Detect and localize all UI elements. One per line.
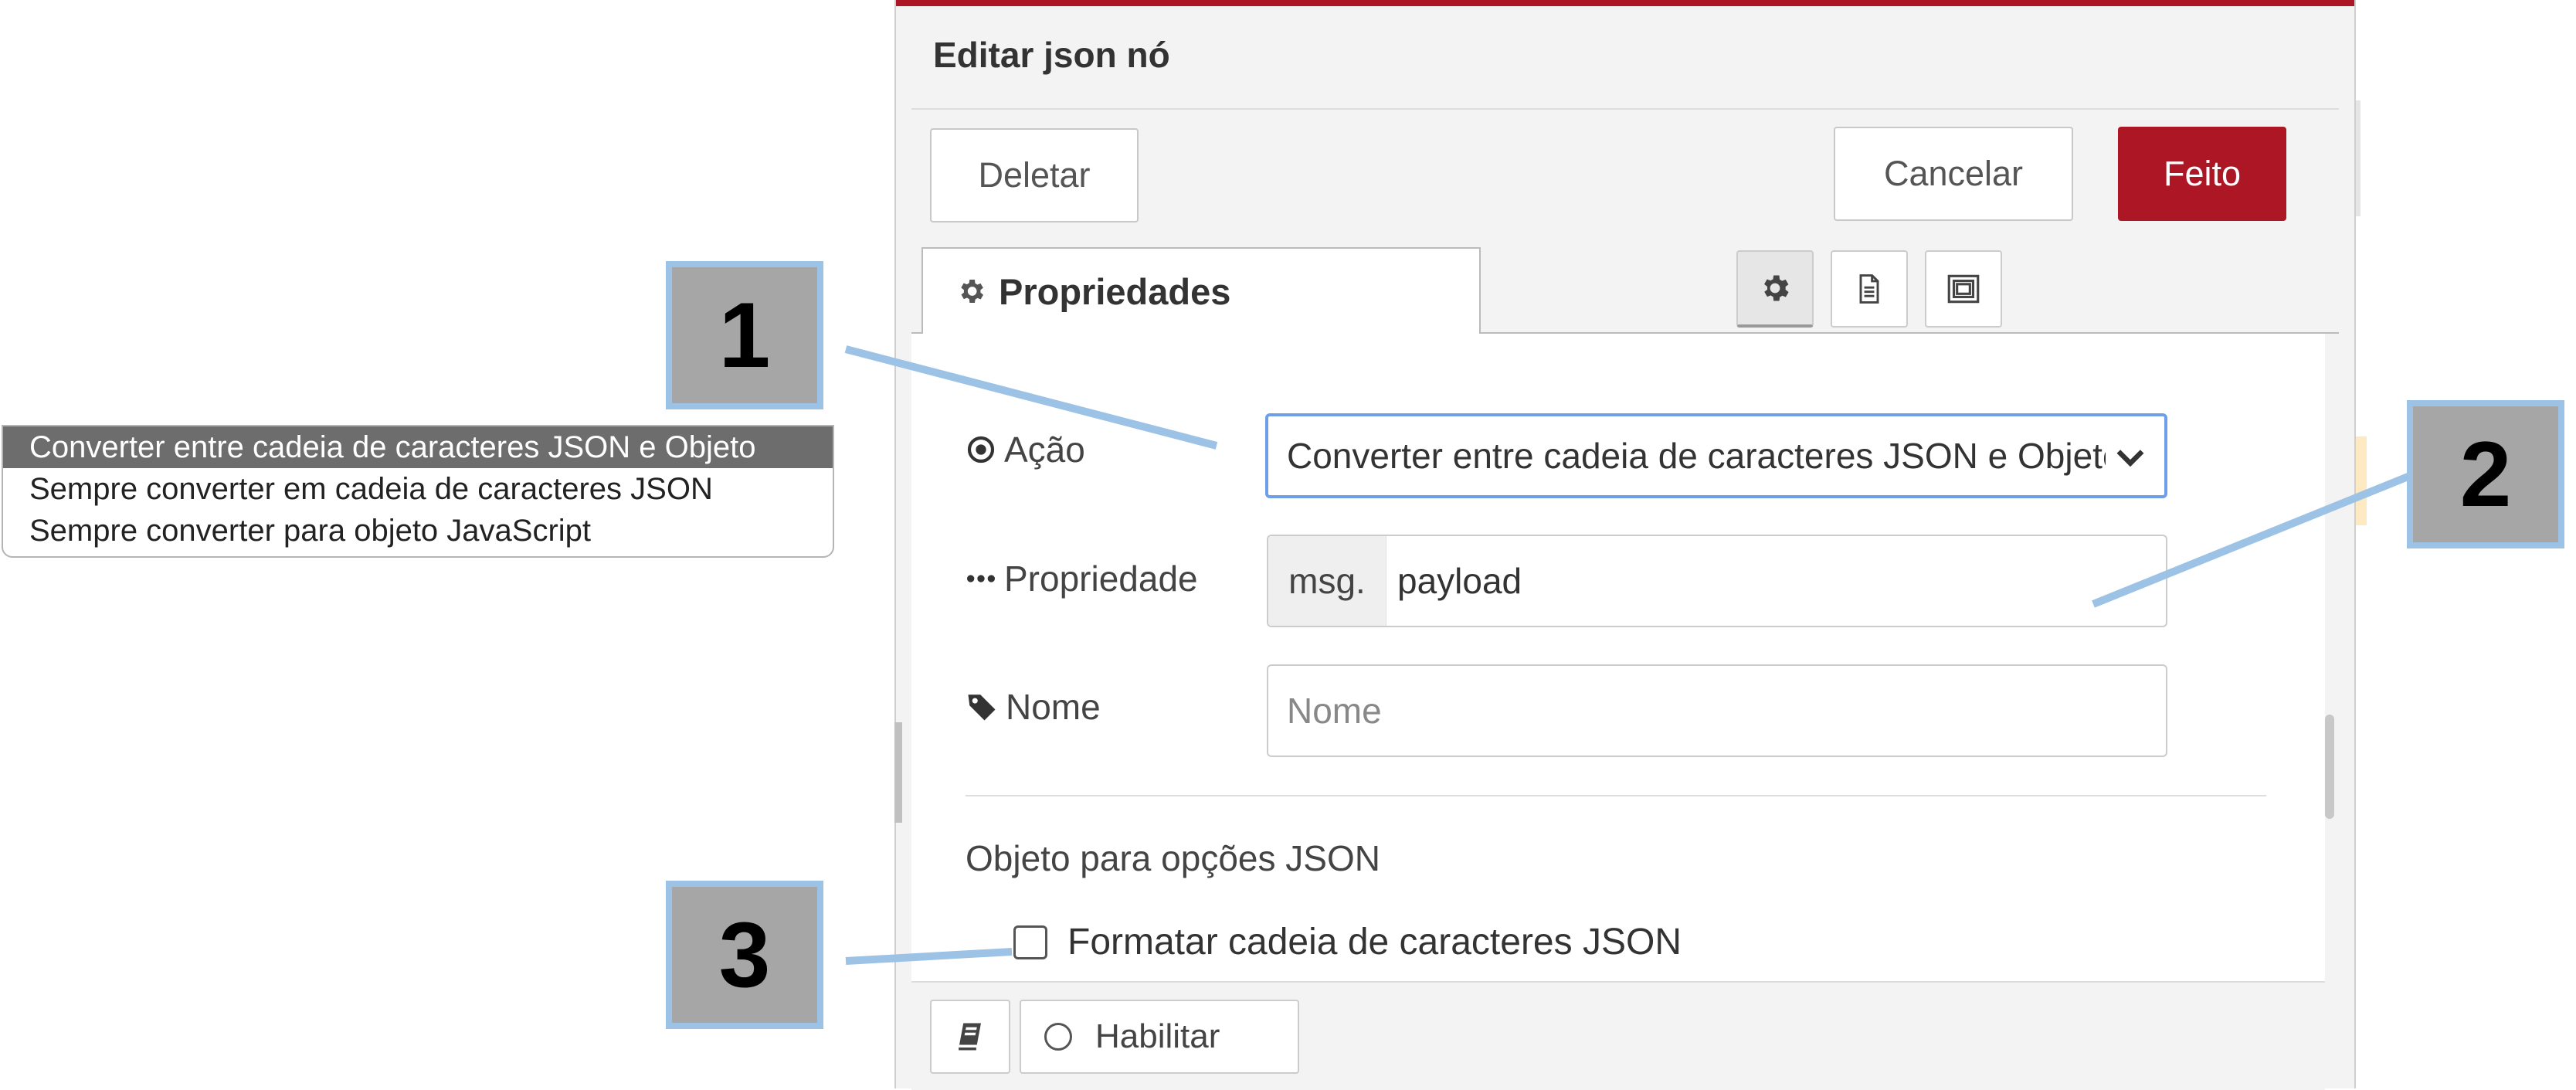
settings-tab-button[interactable] <box>1736 250 1814 328</box>
gear-icon <box>961 280 983 303</box>
toggle-circle-icon <box>1044 1023 1072 1051</box>
background-edge <box>894 722 902 823</box>
property-typed-input[interactable]: msg. payload <box>1267 535 2167 627</box>
radio-dot-icon <box>967 436 995 464</box>
enable-toggle[interactable]: Habilitar <box>1020 1000 1299 1074</box>
divider <box>966 795 2266 796</box>
cancel-button[interactable]: Cancelar <box>1834 127 2073 221</box>
name-label: Nome <box>966 686 1101 728</box>
panel-title: Editar json nó <box>933 35 1170 75</box>
property-label: Propriedade <box>966 558 1198 599</box>
property-label-text: Propriedade <box>1004 559 1198 599</box>
enable-label: Habilitar <box>1095 1017 1220 1055</box>
divider <box>911 108 2339 110</box>
callout-3: 3 <box>666 881 823 1029</box>
callout-1: 1 <box>666 261 823 409</box>
chevron-down-icon <box>2116 450 2144 467</box>
name-input[interactable] <box>1267 664 2167 757</box>
json-options-title: Objeto para opções JSON <box>966 838 1380 878</box>
format-json-checkbox[interactable] <box>1013 925 1047 959</box>
name-label-text: Nome <box>1006 687 1101 727</box>
panel-footer: Habilitar <box>911 981 2325 1090</box>
book-icon <box>959 1023 981 1051</box>
done-button[interactable]: Feito <box>2118 127 2286 221</box>
description-tab-button[interactable] <box>1831 250 1908 328</box>
tab-properties-label: Propriedades <box>999 270 1231 312</box>
property-value[interactable]: payload <box>1386 560 1522 602</box>
property-type-prefix[interactable]: msg. <box>1268 536 1386 626</box>
format-json-label: Formatar cadeia de caracteres JSON <box>1067 922 1682 963</box>
action-label: Ação <box>966 429 1085 470</box>
dropdown-option-always-object[interactable]: Sempre converter para objeto JavaScript <box>3 510 833 552</box>
frame-icon <box>1947 274 1980 304</box>
action-select-value: Converter entre cadeia de caracteres JSO… <box>1287 436 2106 476</box>
help-button[interactable] <box>930 1000 1010 1074</box>
background-edge <box>2356 100 2360 216</box>
background-edge <box>2356 436 2367 525</box>
action-dropdown-list: Converter entre cadeia de caracteres JSO… <box>2 425 834 558</box>
tag-icon <box>968 694 996 721</box>
appearance-tab-button[interactable] <box>1925 250 2002 328</box>
ellipsis-icon <box>967 575 995 582</box>
accent-bar <box>896 0 2354 6</box>
action-select[interactable]: Converter entre cadeia de caracteres JSO… <box>1265 413 2167 498</box>
callout-2: 2 <box>2407 400 2564 548</box>
dropdown-option-always-string[interactable]: Sempre converter em cadeia de caracteres… <box>3 468 833 510</box>
action-label-text: Ação <box>1004 430 1085 470</box>
gear-icon <box>1764 275 1789 301</box>
dropdown-option-convert-both[interactable]: Converter entre cadeia de caracteres JSO… <box>3 426 833 468</box>
scrollbar[interactable] <box>2325 715 2334 819</box>
document-icon <box>1859 274 1879 304</box>
delete-button[interactable]: Deletar <box>930 128 1139 222</box>
edit-node-panel: Editar json nó Deletar Cancelar Feito Pr… <box>894 0 2356 1090</box>
tab-properties[interactable]: Propriedades <box>921 247 1481 334</box>
